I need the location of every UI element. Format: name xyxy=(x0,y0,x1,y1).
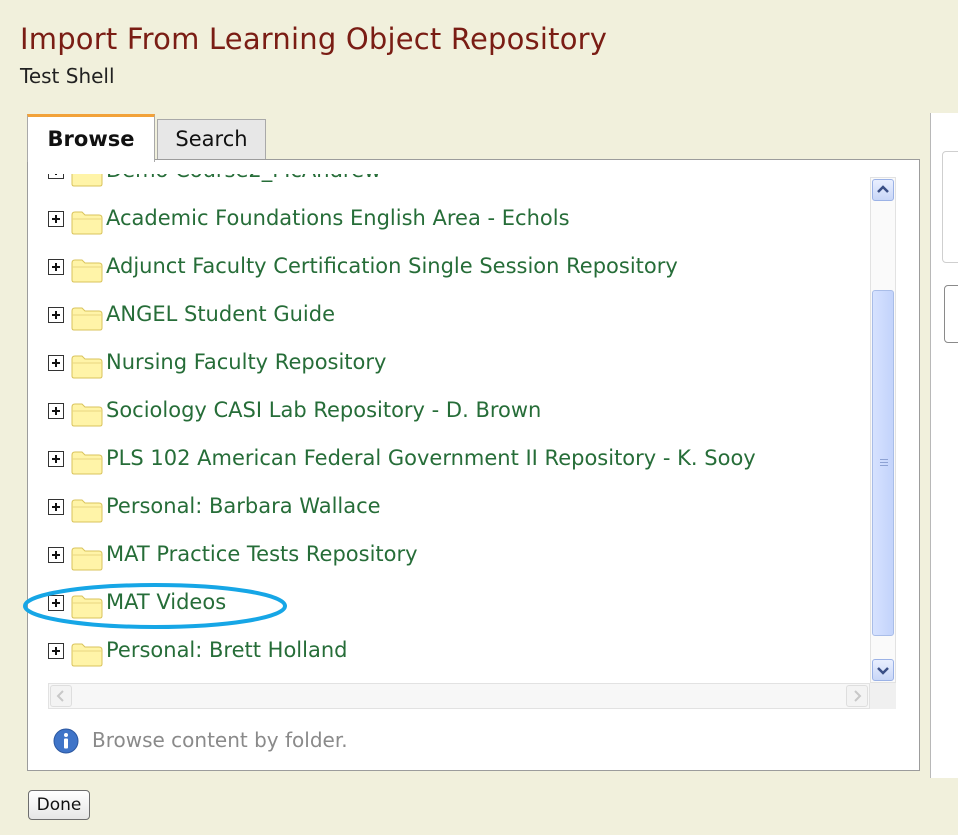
tab-search[interactable]: Search xyxy=(157,119,266,160)
tab-browse[interactable]: Browse xyxy=(27,114,155,162)
scroll-down-button[interactable] xyxy=(872,659,894,681)
horizontal-scrollbar[interactable] xyxy=(48,683,870,709)
folder-icon xyxy=(71,595,103,619)
tree-item-label[interactable]: Personal: Brett Holland xyxy=(106,638,347,662)
folder-icon xyxy=(71,307,103,331)
chevron-up-icon xyxy=(877,185,889,193)
tree-item-label[interactable]: Adjunct Faculty Certification Single Ses… xyxy=(106,254,678,278)
scroll-thumb[interactable] xyxy=(872,290,894,636)
expand-icon[interactable] xyxy=(48,451,64,467)
chevron-down-icon xyxy=(877,667,889,675)
expand-icon[interactable] xyxy=(48,499,64,515)
folder-icon xyxy=(71,174,103,187)
tree-item-label[interactable]: Demo Course2_McAndrew xyxy=(106,174,381,182)
folder-icon xyxy=(71,259,103,283)
folder-icon xyxy=(71,643,103,667)
expand-icon[interactable] xyxy=(48,355,64,371)
side-panel-button[interactable] xyxy=(944,285,958,343)
folder-icon xyxy=(71,211,103,235)
chevron-right-icon xyxy=(854,690,862,702)
page-title: Import From Learning Object Repository xyxy=(20,22,608,56)
vertical-scrollbar[interactable] xyxy=(870,177,896,683)
expand-icon[interactable] xyxy=(48,643,64,659)
page-subtitle: Test Shell xyxy=(20,64,115,88)
folder-icon xyxy=(71,451,103,475)
scroll-left-button[interactable] xyxy=(50,685,72,707)
expand-icon[interactable] xyxy=(48,211,64,227)
folder-icon xyxy=(71,355,103,379)
hint-text: Browse content by folder. xyxy=(92,728,348,752)
expand-icon[interactable] xyxy=(48,403,64,419)
folder-tree: Demo Course2_McAndrew Academic Foundatio… xyxy=(48,174,878,684)
expand-icon[interactable] xyxy=(48,259,64,275)
chevron-left-icon xyxy=(56,690,64,702)
expand-icon[interactable] xyxy=(48,595,64,611)
tree-item-label[interactable]: PLS 102 American Federal Government II R… xyxy=(106,446,756,470)
tree-item-label[interactable]: Personal: Barbara Wallace xyxy=(106,494,381,518)
tree-item-label[interactable]: MAT Practice Tests Repository xyxy=(106,542,418,566)
info-icon xyxy=(53,728,79,754)
folder-icon xyxy=(71,499,103,523)
scroll-up-button[interactable] xyxy=(872,179,894,201)
side-panel-box xyxy=(942,151,958,263)
folder-icon xyxy=(71,547,103,571)
scrollbar-corner xyxy=(870,683,896,709)
tree-item-label[interactable]: Sociology CASI Lab Repository - D. Brown xyxy=(106,398,541,422)
tree-item-label[interactable]: MAT Videos xyxy=(106,590,226,614)
expand-icon[interactable] xyxy=(48,307,64,323)
done-button[interactable]: Done xyxy=(28,790,90,820)
scroll-right-button[interactable] xyxy=(846,685,868,707)
expand-icon[interactable] xyxy=(48,174,64,179)
tree-item-label[interactable]: Nursing Faculty Repository xyxy=(106,350,386,374)
tree-item-label[interactable]: Academic Foundations English Area - Echo… xyxy=(106,206,570,230)
folder-icon xyxy=(71,403,103,427)
expand-icon[interactable] xyxy=(48,547,64,563)
tree-item-label[interactable]: ANGEL Student Guide xyxy=(106,302,335,326)
browse-panel: Demo Course2_McAndrew Academic Foundatio… xyxy=(27,159,920,771)
